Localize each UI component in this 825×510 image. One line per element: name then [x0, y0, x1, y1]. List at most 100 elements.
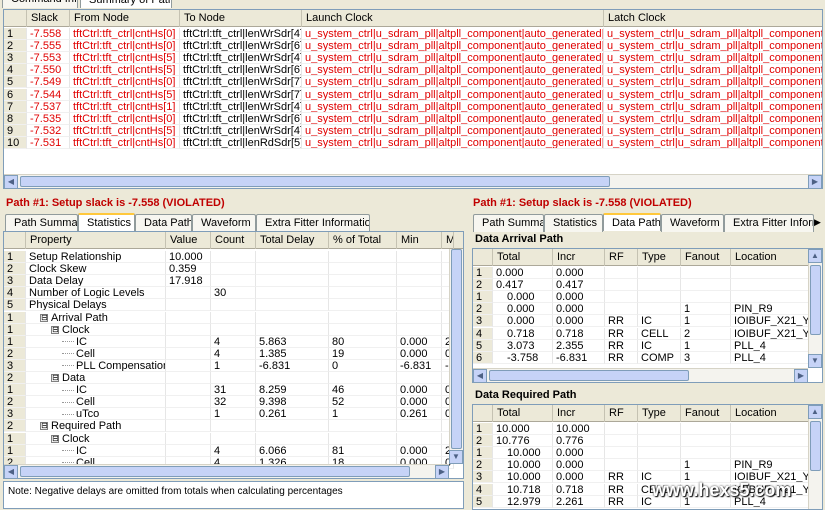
table-row[interactable]: 1 ⊟ Clock [4, 323, 463, 336]
column-header[interactable]: Incr [553, 249, 605, 266]
scroll-down-icon[interactable]: ▼ [449, 450, 463, 464]
vertical-scrollbar[interactable]: ▲ ▼ [808, 249, 822, 368]
horizontal-scrollbar[interactable]: ◀ ▶ [473, 368, 808, 382]
collapse-icon[interactable]: ⊟ [40, 313, 48, 322]
table-row[interactable]: 9 -7.532 tftCtrl:tft_ctrl|cntHs[5] tftCtrl:… [4, 124, 822, 137]
column-header[interactable]: Location [731, 249, 811, 266]
column-header[interactable]: Count [211, 232, 256, 249]
vertical-scrollbar[interactable]: ▼ [449, 249, 463, 464]
table-row[interactable]: 2 10.000 0.000 1 PIN_R9 [473, 459, 822, 472]
table-row[interactable]: 7 -7.537 tftCtrl:tft_ctrl|cntHs[1] tftCtrl:… [4, 100, 822, 113]
tab-summary-of-paths[interactable]: Summary of Paths [80, 0, 172, 8]
table-row[interactable]: 2 ⊟ Data [4, 372, 463, 384]
horizontal-scrollbar[interactable]: ◀ ▶ [4, 174, 822, 188]
table-row[interactable]: 5 Physical Delays [4, 299, 463, 312]
column-header[interactable] [473, 249, 493, 266]
table-row[interactable]: 1 10.000 0.000 [473, 447, 822, 460]
column-header[interactable]: Type [638, 249, 681, 266]
column-header[interactable]: Fanout [681, 249, 731, 266]
tab-path-summary-right[interactable]: Path Summary [473, 214, 544, 232]
column-header[interactable]: Latch Clock [604, 10, 822, 27]
collapse-icon[interactable]: ⊟ [51, 325, 59, 334]
table-row[interactable]: 5 -7.549 tftCtrl:tft_ctrl|cntHs[0] tftCtrl:… [4, 76, 822, 89]
scroll-right-icon[interactable]: ▶ [794, 369, 808, 382]
scroll-up-icon[interactable]: ▲ [808, 405, 822, 419]
column-header[interactable]: M [442, 232, 454, 249]
table-row[interactable]: 2Cell41.385190.0000 [4, 347, 463, 360]
table-row[interactable]: 3 -7.553 tftCtrl:tft_ctrl|cntHs[5] tftCtrl:… [4, 52, 822, 65]
table-row[interactable]: 2 Clock Skew 0.359 [4, 263, 463, 276]
horizontal-scrollbar[interactable]: ◀ ▶ [4, 464, 449, 478]
table-row[interactable]: 1 10.000 10.000 [473, 423, 822, 435]
table-row[interactable]: 2 ⊟ Required Path [4, 420, 463, 433]
table-row[interactable]: 1 Setup Relationship 10.000 [4, 251, 463, 263]
column-header[interactable]: Launch Clock [302, 10, 604, 27]
scroll-right-icon[interactable]: ▶ [808, 175, 822, 188]
tab-statistics-right[interactable]: Statistics [544, 214, 603, 232]
table-row[interactable]: 3uTco10.26110.2610 [4, 408, 463, 421]
tab-path-summary[interactable]: Path Summary [5, 214, 78, 232]
table-row[interactable]: 6 -7.544 tftCtrl:tft_ctrl|cntHs[5] tftCtrl:… [4, 88, 822, 101]
scroll-right-icon[interactable]: ▶ [435, 465, 449, 478]
table-row[interactable]: 1IC318.259460.0000 [4, 384, 463, 397]
column-header[interactable]: Type [638, 405, 681, 422]
table-row[interactable]: 1 0.000 0.000 [473, 291, 822, 304]
table-row[interactable]: 8 -7.535 tftCtrl:tft_ctrl|cntHs[0] tftCtrl:… [4, 112, 822, 125]
table-row[interactable]: 10 -7.531 tftCtrl:tft_ctrl|cntHs[0] tftCtrl… [4, 136, 822, 149]
tab-data-path-right[interactable]: Data Path [603, 213, 661, 231]
scroll-thumb[interactable] [20, 176, 610, 187]
column-header[interactable]: Location [731, 405, 811, 422]
scroll-left-icon[interactable]: ◀ [473, 369, 487, 382]
scroll-thumb[interactable] [20, 466, 410, 477]
table-row[interactable]: 1 -7.558 tftCtrl:tft_ctrl|cntHs[0] tftCtrl:… [4, 28, 822, 40]
tab-statistics[interactable]: Statistics [78, 213, 135, 231]
tab-extra-fitter-information[interactable]: Extra Fitter Information [256, 214, 370, 232]
column-header[interactable]: Fanout [681, 405, 731, 422]
collapse-icon[interactable]: ⊟ [51, 434, 59, 443]
scroll-left-icon[interactable]: ◀ [4, 175, 18, 188]
table-row[interactable]: 1 ⊟ Arrival Path [4, 311, 463, 324]
column-header[interactable]: Incr [553, 405, 605, 422]
table-row[interactable]: 2 -7.555 tftCtrl:tft_ctrl|cntHs[0] tftCtrl:… [4, 40, 822, 53]
table-row[interactable]: 3PLL Compensation1-6.8310-6.831-6 [4, 359, 463, 372]
table-row[interactable]: 1 0.000 0.000 [473, 267, 822, 279]
column-header[interactable]: Property [26, 232, 166, 249]
vertical-scrollbar[interactable]: ▲ [808, 405, 822, 509]
table-row[interactable]: 2Cell329.398520.0000 [4, 396, 463, 409]
tab-waveform[interactable]: Waveform [192, 214, 256, 232]
collapse-icon[interactable]: ⊟ [51, 374, 59, 383]
table-row[interactable]: 1IC46.066810.0002 [4, 444, 463, 457]
collapse-icon[interactable]: ⊟ [40, 422, 48, 431]
column-header[interactable]: Total [493, 405, 553, 422]
table-row[interactable]: 2 10.776 0.776 [473, 435, 822, 448]
scroll-thumb[interactable] [489, 370, 689, 381]
column-header[interactable]: RF [605, 405, 638, 422]
table-row[interactable]: 6 -3.758 -6.831 RR COMP 3 PLL_4 [473, 351, 822, 364]
scroll-thumb[interactable] [810, 265, 821, 335]
table-row[interactable]: 40.7180.718RRCELL2IOIBUF_X21_Y0_N [473, 327, 822, 340]
column-header[interactable]: Total Delay [256, 232, 329, 249]
column-header[interactable] [4, 232, 26, 249]
tab-data-path[interactable]: Data Path [135, 214, 192, 232]
column-header[interactable]: RF [605, 249, 638, 266]
column-header[interactable]: Value [166, 232, 211, 249]
column-header[interactable] [4, 10, 27, 27]
column-header[interactable]: To Node [180, 10, 302, 27]
scroll-thumb[interactable] [451, 249, 462, 449]
tab-waveform-right[interactable]: Waveform [661, 214, 724, 232]
column-header[interactable]: % of Total [329, 232, 397, 249]
table-row[interactable]: 2 0.000 0.000 1 PIN_R9 [473, 303, 822, 316]
table-row[interactable]: 2 0.417 0.417 [473, 279, 822, 292]
table-row[interactable]: 5 3.073 2.355 RR IC 1 PLL_4 [473, 339, 822, 352]
column-header[interactable]: Total [493, 249, 553, 266]
tab-command-info[interactable]: Command Info [2, 0, 78, 8]
scroll-left-icon[interactable]: ◀ [4, 465, 18, 478]
scroll-thumb[interactable] [810, 421, 821, 471]
scroll-down-icon[interactable]: ▼ [808, 354, 822, 368]
scroll-up-icon[interactable]: ▲ [808, 249, 822, 263]
table-row[interactable]: 4 -7.550 tftCtrl:tft_ctrl|cntHs[5] tftCtrl:… [4, 64, 822, 77]
column-header[interactable] [473, 405, 493, 422]
table-row[interactable]: 4 Number of Logic Levels 30 [4, 287, 463, 300]
table-row[interactable]: 1IC45.863800.0002 [4, 335, 463, 348]
table-row[interactable]: 3 Data Delay 17.918 [4, 275, 463, 288]
